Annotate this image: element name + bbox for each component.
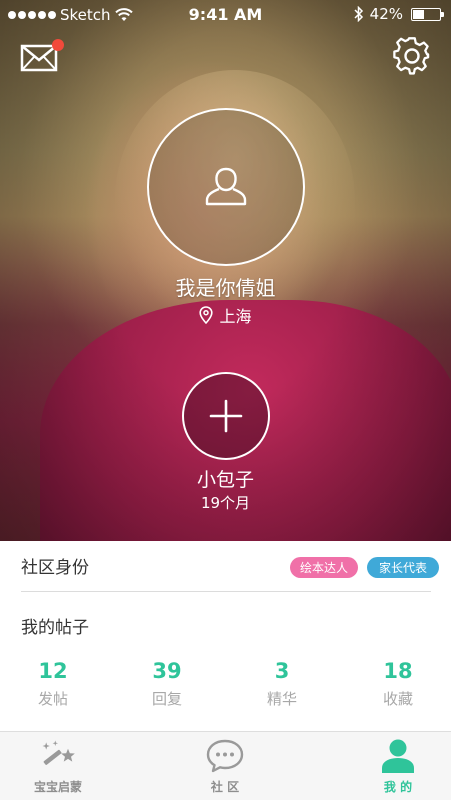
gear-icon [393,37,430,75]
battery-percent: 42% [369,5,403,23]
stat-value: 3 [274,659,290,683]
stat-label: 精华 [266,690,297,708]
my-posts-title: 我的帖子 [21,618,89,638]
stat-label: 回复 [151,690,182,708]
stat-replies[interactable]: 39 回复 [127,658,207,709]
user-outline-icon [205,167,247,206]
stat-label: 收藏 [382,690,413,708]
chat-bubble-icon [206,739,244,773]
user-location: 上海 [0,303,451,327]
plus-icon [209,399,243,433]
tab-label: 宝宝启蒙 [33,780,82,794]
stat-favorites[interactable]: 18 收藏 [358,658,438,709]
baby-age: 19个月 [200,494,251,512]
add-baby-button[interactable] [182,372,270,460]
stat-value: 39 [152,659,182,683]
location-pin-icon [199,306,214,324]
tab-label: 我 的 [383,780,413,794]
tab-label: 社 区 [210,780,240,794]
stat-value: 18 [383,659,413,683]
stat-label: 发帖 [37,690,68,708]
bluetooth-icon [354,6,363,22]
section-divider [21,591,431,592]
status-bar: Sketch 9:41 AM 42% [0,0,451,30]
avatar-button[interactable] [147,108,305,266]
magic-wand-icon [42,740,75,765]
stat-value: 12 [38,659,68,683]
user-name[interactable]: 我是你倩姐 [0,272,451,301]
identity-tag-picture-book[interactable]: 绘本达人 [290,557,358,578]
baby-name[interactable]: 小包子 [0,465,451,492]
stat-posts[interactable]: 12 发帖 [13,658,93,709]
identity-tag-parent-rep[interactable]: 家长代表 [367,557,439,578]
unread-badge [52,39,64,51]
location-label: 上海 [219,307,252,326]
bottom-tab-bar: 宝宝启蒙 社 区 我 的 [0,731,451,800]
post-stats: 12 发帖 39 回复 3 精华 18 收藏 [0,658,451,714]
status-bar-right: 42% [354,5,444,23]
tab-baby-enlightenment[interactable]: 宝宝启蒙 [0,732,133,800]
tab-community[interactable]: 社 区 [150,732,300,800]
battery-icon [411,7,444,21]
person-icon [382,739,414,773]
community-identity-title: 社区身份 [21,558,89,578]
settings-button[interactable] [392,36,432,76]
tab-me[interactable]: 我 的 [323,732,451,800]
stat-featured[interactable]: 3 精华 [242,658,322,709]
